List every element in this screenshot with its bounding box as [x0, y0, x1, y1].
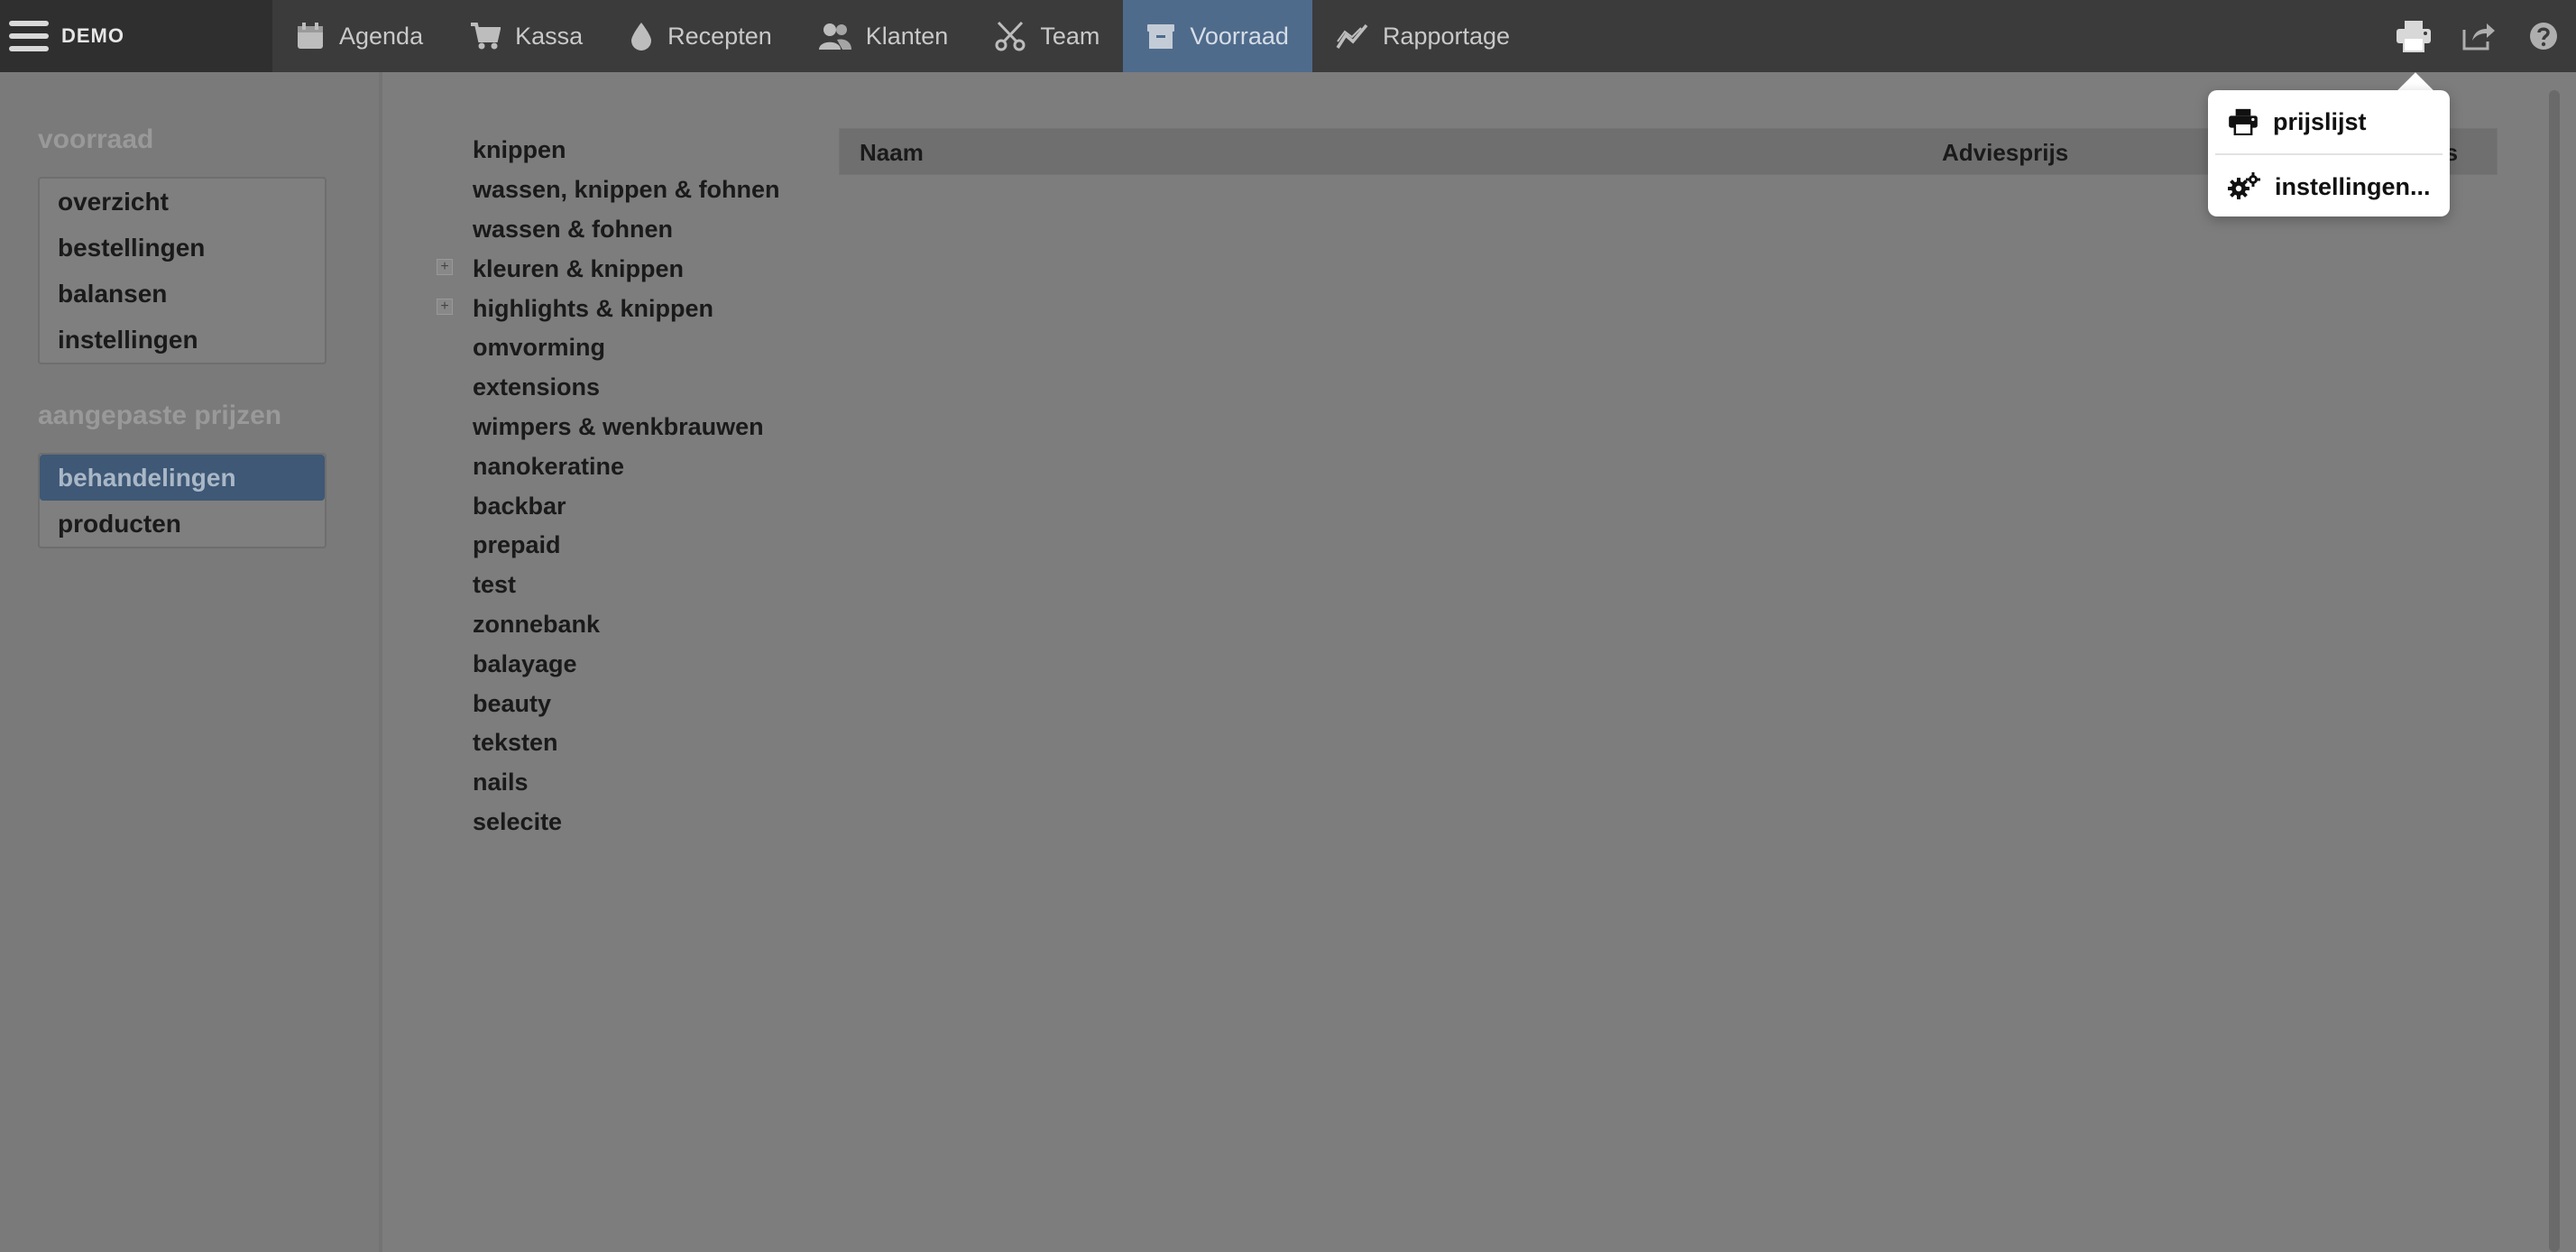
category-item[interactable]: wassen & fohnen [437, 210, 815, 250]
category-label: highlights & knippen [473, 294, 713, 322]
box-icon [1147, 24, 1175, 49]
sidebar-menu-voorraad: overzicht bestellingen balansen instelli… [38, 177, 327, 364]
cart-icon [471, 23, 501, 50]
scissors-icon [995, 21, 1026, 51]
column-header-naam[interactable]: Naam [860, 129, 924, 176]
nav-item-agenda[interactable]: Agenda [272, 0, 446, 72]
expand-plus-icon[interactable]: + [437, 299, 453, 316]
category-item[interactable]: wimpers & wenkbrauwen [437, 408, 815, 447]
print-dropdown-menu: prijslijst instellingen... [2208, 90, 2450, 216]
sidebar-item-instellingen[interactable]: instellingen [40, 317, 325, 363]
vertical-scrollbar[interactable] [2549, 90, 2560, 1252]
sidebar-heading-aangepaste-prijzen: aangepaste prijzen [38, 400, 282, 430]
nav-label: Recepten [667, 22, 772, 50]
category-label: kleuren & knippen [473, 254, 685, 282]
gears-icon [2228, 172, 2260, 199]
category-item[interactable]: beauty [437, 684, 815, 723]
top-right-actions [2381, 0, 2576, 72]
chart-line-icon [1336, 23, 1368, 49]
category-item[interactable]: wassen, knippen & fohnen [437, 170, 815, 210]
category-item[interactable]: teksten [437, 723, 815, 763]
category-item[interactable]: prepaid [437, 526, 815, 566]
printer-icon [2229, 108, 2258, 135]
category-item[interactable]: balayage [437, 644, 815, 684]
sidebar-menu-aangepaste-prijzen: behandelingen producten [38, 453, 327, 548]
category-item[interactable]: + highlights & knippen [437, 289, 815, 328]
menu-item-instellingen[interactable]: instellingen... [2208, 155, 2450, 218]
category-item[interactable]: + kleuren & knippen [437, 249, 815, 289]
calendar-icon [298, 23, 323, 49]
nav-item-klanten[interactable]: Klanten [796, 0, 972, 72]
nav-item-kassa[interactable]: Kassa [446, 0, 606, 72]
sidebar-item-overzicht[interactable]: overzicht [40, 179, 325, 225]
sidebar-item-behandelingen[interactable]: behandelingen [40, 455, 325, 501]
menu-item-prijslijst[interactable]: prijslijst [2208, 90, 2450, 153]
nav-item-recepten[interactable]: Recepten [606, 0, 796, 72]
sidebar-item-balansen[interactable]: balansen [40, 271, 325, 317]
category-item[interactable]: test [437, 566, 815, 605]
nav-item-team[interactable]: Team [971, 0, 1123, 72]
category-item[interactable]: omvorming [437, 328, 815, 368]
drop-icon [631, 23, 652, 51]
printer-button[interactable] [2381, 0, 2446, 72]
category-item[interactable]: backbar [437, 486, 815, 526]
nav-label: Team [1040, 22, 1100, 50]
nav-label: Kassa [515, 22, 584, 50]
category-item[interactable]: nails [437, 763, 815, 803]
share-icon [2462, 23, 2495, 51]
category-item[interactable]: knippen [437, 131, 815, 170]
nav-label: Voorraad [1190, 22, 1289, 50]
printer-icon [2397, 21, 2431, 52]
nav-label: Agenda [339, 22, 424, 50]
left-sidebar: voorraad overzicht bestellingen balansen… [0, 72, 382, 1252]
menu-item-label: prijslijst [2273, 107, 2367, 135]
menu-item-label: instellingen... [2275, 172, 2431, 200]
category-item[interactable]: nanokeratine [437, 446, 815, 486]
category-item[interactable]: selecite [437, 803, 815, 842]
nav-label: Klanten [865, 22, 949, 50]
nav-item-voorraad[interactable]: Voorraad [1123, 0, 1312, 72]
help-icon [2530, 23, 2557, 50]
top-navigation-bar: DEMO Agenda Kassa Recepten Klanten Team … [0, 0, 2576, 72]
column-header-adviesprijs[interactable]: Adviesprijs [1942, 129, 2068, 176]
sidebar-item-producten[interactable]: producten [40, 501, 325, 547]
hamburger-menu-icon[interactable] [9, 21, 49, 51]
category-item[interactable]: extensions [437, 368, 815, 408]
nav-item-rapportage[interactable]: Rapportage [1312, 0, 1533, 72]
help-button[interactable] [2511, 0, 2576, 72]
share-button[interactable] [2446, 0, 2511, 72]
main-nav: Agenda Kassa Recepten Klanten Team Voorr… [272, 0, 1533, 72]
brand-area: DEMO [0, 0, 272, 72]
users-icon [818, 23, 851, 50]
nav-label: Rapportage [1382, 22, 1511, 50]
sidebar-heading-voorraad: voorraad [38, 124, 154, 154]
expand-plus-icon[interactable]: + [437, 259, 453, 276]
sidebar-item-bestellingen[interactable]: bestellingen [40, 225, 325, 271]
brand-label: DEMO [61, 24, 124, 47]
category-list: knippen wassen, knippen & fohnen wassen … [437, 131, 815, 842]
category-item[interactable]: zonnebank [437, 605, 815, 645]
